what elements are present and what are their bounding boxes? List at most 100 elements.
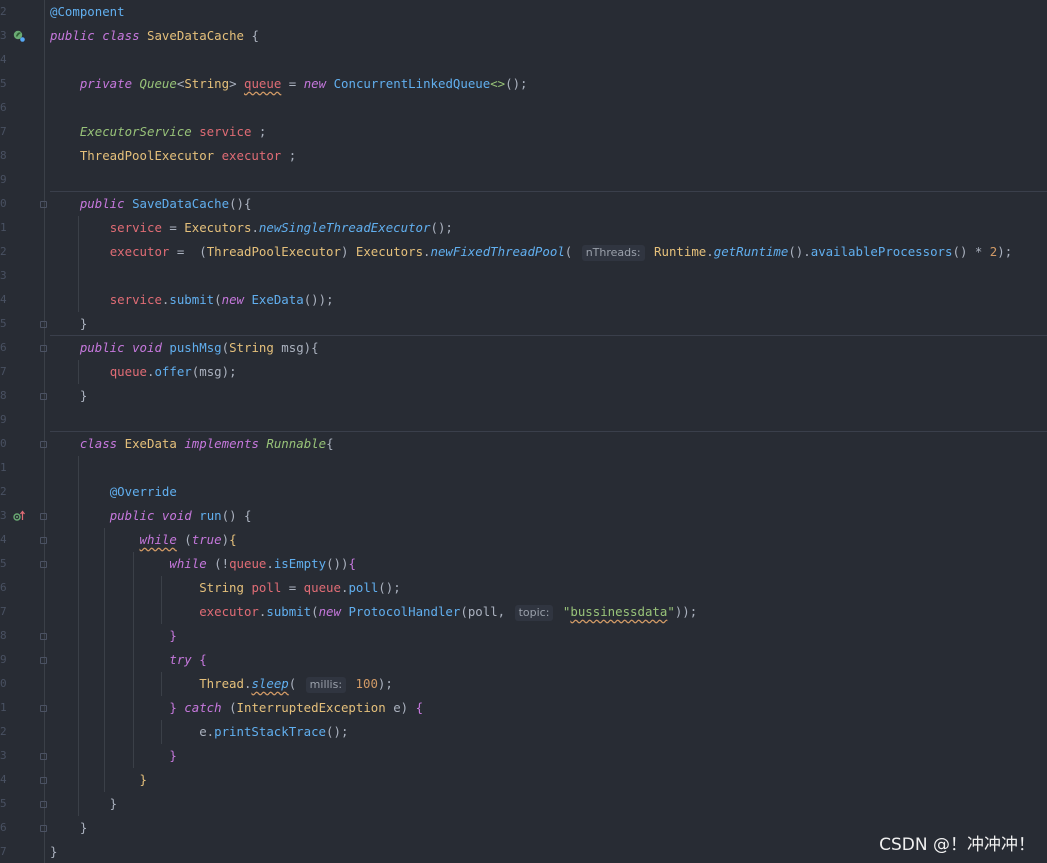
code-line[interactable]: executor = (ThreadPoolExecutor) Executor… (50, 240, 1012, 264)
code-line[interactable]: } (50, 816, 87, 840)
fold-toggle[interactable] (40, 321, 47, 328)
code-line[interactable]: } (50, 624, 176, 648)
fold-toggle[interactable] (40, 801, 47, 808)
code-token: { (251, 28, 259, 43)
indent-guide (78, 360, 79, 384)
code-token: public (79, 196, 125, 211)
code-token: SaveDataCache (132, 196, 230, 211)
fold-toggle[interactable] (40, 441, 47, 448)
code-token: String (184, 76, 230, 91)
method-separator (50, 191, 1047, 192)
fold-toggle[interactable] (40, 777, 47, 784)
code-token: availableProcessors (810, 244, 953, 259)
code-token: isEmpty (273, 556, 327, 571)
code-line[interactable]: public SaveDataCache(){ (50, 192, 252, 216)
code-token: = (281, 76, 304, 91)
fold-toggle[interactable] (40, 657, 47, 664)
line-number: 5 (0, 317, 7, 330)
code-token: executor (109, 244, 170, 259)
code-token: () * (952, 244, 990, 259)
code-line[interactable]: String poll = queue.poll(); (50, 576, 400, 600)
line-number: 8 (0, 149, 7, 162)
fold-toggle[interactable] (40, 561, 47, 568)
code-line[interactable]: @Component (50, 0, 125, 24)
code-line[interactable]: } (50, 768, 147, 792)
code-token: poll (348, 580, 379, 595)
code-line[interactable]: ExecutorService service ; (50, 120, 267, 144)
code-token: ); (997, 244, 1013, 259)
code-token: = (281, 580, 304, 595)
code-token: (msg); (191, 364, 237, 379)
code-token: (); (505, 76, 528, 91)
override-arrow-icon[interactable] (13, 510, 25, 522)
fold-toggle[interactable] (40, 201, 47, 208)
code-token: executor (199, 604, 259, 619)
line-number: 3 (0, 29, 7, 42)
line-number: 6 (0, 821, 7, 834)
fold-toggle[interactable] (40, 393, 47, 400)
fold-toggle[interactable] (40, 753, 47, 760)
indent-guide (161, 720, 162, 744)
code-line[interactable]: class ExeData implements Runnable{ (50, 432, 334, 456)
code-line[interactable]: Thread.sleep( millis: 100); (50, 672, 393, 696)
code-line[interactable]: executor.submit(new ProtocolHandler(poll… (50, 600, 697, 624)
fold-toggle[interactable] (40, 537, 47, 544)
code-token: ConcurrentLinkedQueue (333, 76, 491, 91)
code-token: { (229, 532, 237, 547)
fold-toggle[interactable] (40, 705, 47, 712)
code-line[interactable]: public void run() { (50, 504, 252, 528)
parameter-hint: nThreads: (581, 245, 645, 261)
parameter-hint: millis: (305, 677, 347, 693)
code-editor[interactable]: 2 3 4 5 6 7 8 9 0 1 2 3 4 5 6 7 8 9 0 1 2 3 4 5 6 7 8 9 0 1 2 3 4 5 6 7 @Co… (0, 0, 1047, 863)
indent-guide (104, 528, 105, 792)
code-token: ) (221, 532, 230, 547)
code-token: ( (221, 340, 230, 355)
code-line[interactable]: } catch (InterruptedException e) { (50, 696, 423, 720)
code-token: new (221, 292, 244, 307)
fold-toggle[interactable] (40, 345, 47, 352)
code-token: . (706, 244, 714, 259)
gutter-divider (44, 0, 45, 863)
code-token: bussinessdata (570, 604, 668, 619)
fold-toggle[interactable] (40, 633, 47, 640)
code-line[interactable]: } (50, 312, 87, 336)
line-number: 5 (0, 77, 7, 90)
code-line[interactable]: } (50, 840, 57, 863)
line-number: 4 (0, 293, 7, 306)
code-line[interactable]: } (50, 384, 87, 408)
code-line[interactable]: e.printStackTrace(); (50, 720, 348, 744)
code-line[interactable]: public class SaveDataCache { (50, 24, 259, 48)
fold-toggle[interactable] (40, 513, 47, 520)
code-line[interactable]: service = Executors.newSingleThreadExecu… (50, 216, 453, 240)
code-line[interactable]: } (50, 792, 117, 816)
code-token: queue (244, 76, 282, 91)
code-token: queue (229, 556, 267, 571)
code-line[interactable]: @Override (50, 480, 177, 504)
code-token: Executors (355, 244, 424, 259)
code-token: . (423, 244, 431, 259)
code-line[interactable]: while (!queue.isEmpty()){ (50, 552, 356, 576)
line-number: 8 (0, 389, 7, 402)
code-line[interactable]: public void pushMsg(String msg){ (50, 336, 319, 360)
code-token: Runnable (266, 436, 327, 451)
line-number: 9 (0, 173, 7, 186)
code-line[interactable]: try { (50, 648, 206, 672)
code-line[interactable]: } (50, 744, 176, 768)
code-token: > (229, 76, 244, 91)
spring-bean-icon[interactable] (13, 30, 25, 42)
code-line[interactable]: service.submit(new ExeData()); (50, 288, 334, 312)
indent-guide (78, 456, 79, 816)
code-line[interactable]: private Queue<String> queue = new Concur… (50, 72, 528, 96)
fold-toggle[interactable] (40, 825, 47, 832)
code-token: ( (288, 676, 304, 691)
code-line[interactable]: ThreadPoolExecutor executor ; (50, 144, 296, 168)
